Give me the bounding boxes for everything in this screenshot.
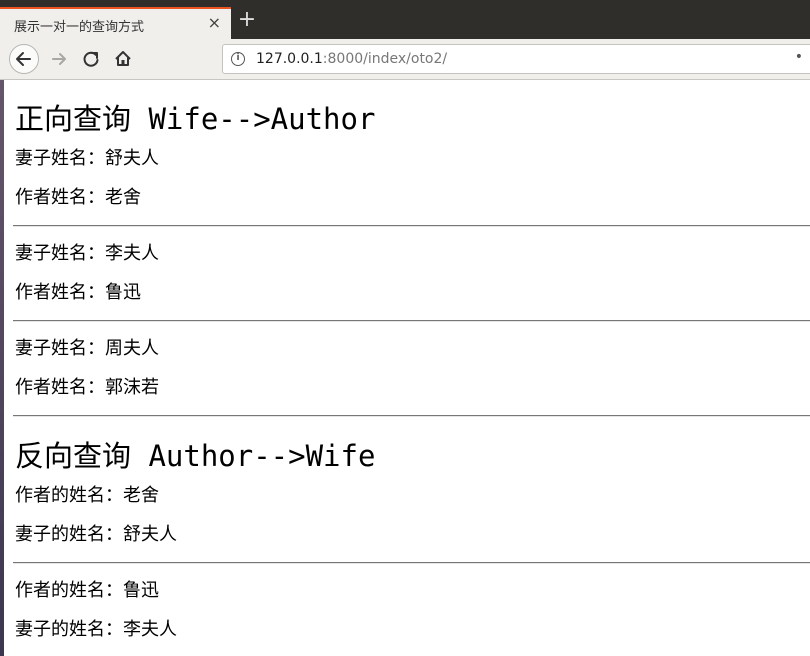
tab-title: 展示一对一的查询方式 bbox=[14, 20, 145, 35]
url-host: 127.0.0.1 bbox=[256, 51, 323, 67]
url-path: :8000/index/oto2/ bbox=[322, 51, 448, 67]
page-actions-icon[interactable]: • bbox=[795, 49, 803, 65]
forward-button[interactable] bbox=[49, 48, 71, 70]
forward-record: 妻子姓名：周夫人 作者姓名：郭沫若 bbox=[15, 337, 810, 400]
home-icon bbox=[115, 51, 131, 66]
home-button[interactable] bbox=[112, 48, 134, 70]
reload-button[interactable] bbox=[80, 48, 102, 70]
reverse-query-heading: 反向查询 Author-->Wife bbox=[15, 439, 376, 473]
url-input[interactable]: 127.0.0.1:8000/index/oto2/ bbox=[256, 51, 447, 67]
site-info-icon[interactable]: i bbox=[231, 52, 245, 66]
page-content: 正向查询 Wife-->Author 妻子姓名：舒夫人 作者姓名：老舍 妻子姓名… bbox=[13, 80, 810, 642]
reverse-record: 作者的姓名：鲁迅 妻子的姓名：李夫人 bbox=[15, 579, 810, 642]
author-name-line: 作者的姓名：鲁迅 bbox=[15, 580, 159, 601]
wife-name-line: 妻子的姓名：舒夫人 bbox=[15, 524, 177, 545]
record-divider bbox=[13, 320, 810, 322]
forward-record: 妻子姓名：李夫人 作者姓名：鲁迅 bbox=[15, 242, 810, 305]
back-arrow-icon bbox=[16, 52, 31, 66]
author-name-line: 作者姓名：老舍 bbox=[15, 187, 141, 208]
desktop-edge bbox=[0, 0, 4, 656]
back-button[interactable] bbox=[9, 44, 39, 74]
tab-active[interactable]: 展示一对一的查询方式 × bbox=[0, 7, 231, 39]
author-name-line: 作者姓名：鲁迅 bbox=[15, 282, 141, 303]
author-name-line: 作者的姓名：老舍 bbox=[15, 485, 159, 506]
author-name-line: 作者姓名：郭沫若 bbox=[15, 377, 159, 398]
forward-arrow-icon bbox=[52, 53, 66, 65]
new-tab-button[interactable]: + bbox=[236, 9, 258, 32]
forward-record: 妻子姓名：舒夫人 作者姓名：老舍 bbox=[15, 147, 810, 210]
reverse-record: 作者的姓名：老舍 妻子的姓名：舒夫人 bbox=[15, 484, 810, 547]
tab-bar: 展示一对一的查询方式 × + bbox=[0, 0, 810, 39]
wife-name-line: 妻子的姓名：李夫人 bbox=[15, 619, 177, 640]
wife-name-line: 妻子姓名：李夫人 bbox=[15, 243, 159, 264]
wife-name-line: 妻子姓名：舒夫人 bbox=[15, 148, 159, 169]
nav-toolbar: i 127.0.0.1:8000/index/oto2/ • bbox=[0, 39, 810, 80]
record-divider bbox=[13, 225, 810, 227]
wife-name-line: 妻子姓名：周夫人 bbox=[15, 338, 159, 359]
forward-query-heading: 正向查询 Wife-->Author bbox=[15, 102, 376, 136]
url-bar[interactable]: i 127.0.0.1:8000/index/oto2/ • bbox=[222, 44, 810, 74]
record-divider bbox=[13, 415, 810, 417]
record-divider bbox=[13, 562, 810, 564]
close-tab-icon[interactable]: × bbox=[208, 13, 221, 33]
reload-icon bbox=[83, 51, 99, 67]
